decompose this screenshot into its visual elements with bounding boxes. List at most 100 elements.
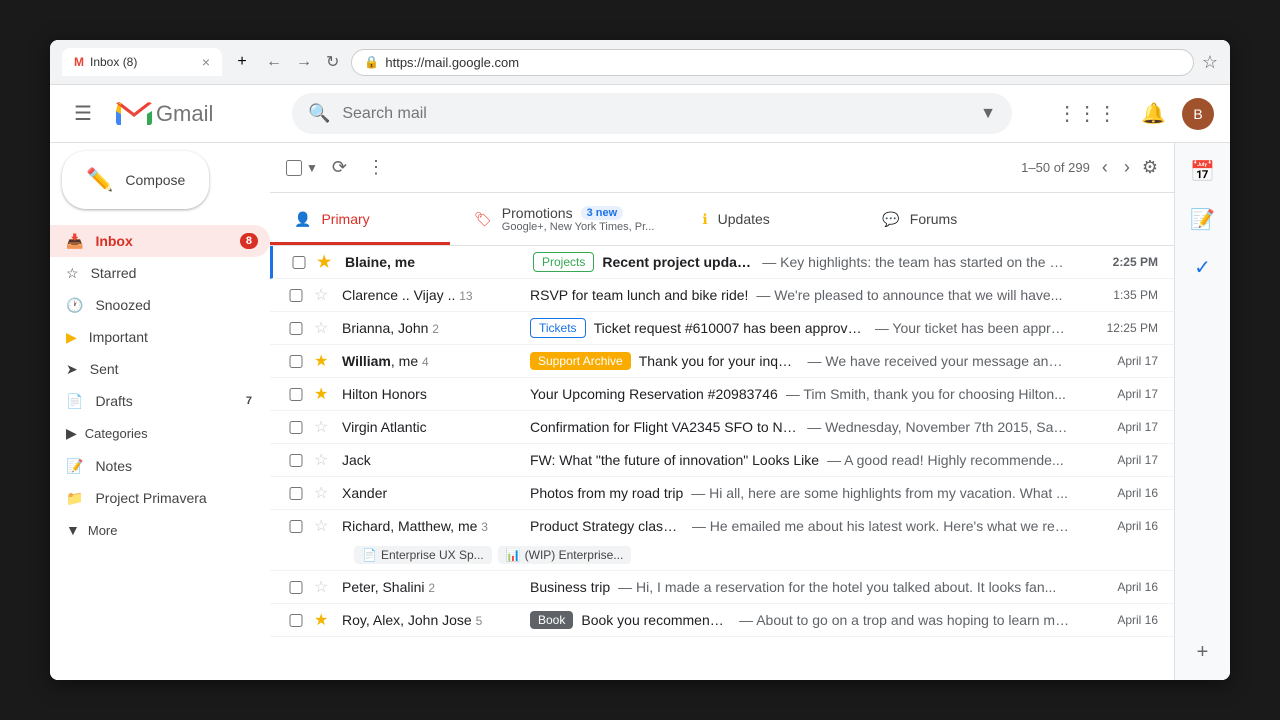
email-star[interactable]: ☆ xyxy=(314,483,334,503)
email-subject-area: Photos from my road trip — Hi all, here … xyxy=(530,485,1070,501)
attachment-chip[interactable]: 📊 (WIP) Enterprise... xyxy=(498,546,632,564)
sidebar-item-notes[interactable]: 📝 Notes xyxy=(50,450,270,482)
email-row[interactable]: ★ Roy, Alex, John Jose 5 Book Book you r… xyxy=(270,604,1174,637)
pagination-next-button[interactable]: › xyxy=(1120,153,1134,182)
email-checkbox[interactable] xyxy=(286,520,306,533)
email-row[interactable]: ☆ Richard, Matthew, me 3 Product Strateg… xyxy=(270,510,1174,571)
menu-button[interactable]: ☰ xyxy=(66,93,100,134)
email-row[interactable]: ☆ Virgin Atlantic Confirmation for Fligh… xyxy=(270,411,1174,444)
search-input[interactable] xyxy=(342,105,968,123)
doc-icon: 📄 xyxy=(362,548,377,562)
sidebar-item-snoozed[interactable]: 🕐 Snoozed xyxy=(50,289,270,321)
email-checkbox[interactable] xyxy=(286,289,306,302)
reload-button[interactable]: ↻ xyxy=(322,48,343,76)
gmail-header: ☰ Gmail 🔍 ▼ ⋮⋮⋮ 🔔 B xyxy=(50,85,1230,143)
forward-button[interactable]: → xyxy=(292,49,316,75)
new-tab-button[interactable]: + xyxy=(230,50,254,74)
sidebar-item-project[interactable]: 📁 Project Primavera xyxy=(50,482,270,514)
tab-primary[interactable]: 👤 Primary xyxy=(270,193,450,245)
email-star[interactable]: ★ xyxy=(314,610,334,630)
email-star[interactable]: ☆ xyxy=(314,285,334,305)
email-preview: — Hi all, here are some highlights from … xyxy=(691,485,1068,501)
google-keep-icon[interactable]: 📝 xyxy=(1183,199,1223,239)
google-calendar-icon[interactable]: 📅 xyxy=(1183,151,1223,191)
search-bar[interactable]: 🔍 ▼ xyxy=(292,93,1012,134)
sidebar-item-categories[interactable]: ▶ Categories xyxy=(50,417,270,450)
tab-updates[interactable]: ℹ Updates xyxy=(678,193,858,245)
tab-forums[interactable]: 💬 Forums xyxy=(858,193,1038,245)
starred-label: Starred xyxy=(91,265,258,281)
compose-plus-icon: ✏️ xyxy=(86,167,113,193)
more-label: More xyxy=(88,523,118,538)
email-star[interactable]: ★ xyxy=(317,252,337,272)
attachment-chip[interactable]: 📄 Enterprise UX Sp... xyxy=(354,546,492,564)
email-tag: Book xyxy=(530,611,573,629)
toolbar-pagination: 1–50 of 299 ‹ › ⚙ xyxy=(1021,153,1158,182)
user-avatar[interactable]: B xyxy=(1182,98,1214,130)
search-dropdown-icon[interactable]: ▼ xyxy=(980,105,996,123)
url-bar[interactable]: 🔒 https://mail.google.com xyxy=(351,49,1193,76)
compose-button[interactable]: ✏️ Compose xyxy=(62,151,209,209)
email-subject: Business trip xyxy=(530,579,610,595)
email-checkbox[interactable] xyxy=(286,614,306,627)
email-sender: Virgin Atlantic xyxy=(342,419,522,435)
add-apps-button[interactable]: + xyxy=(1183,632,1223,672)
email-row[interactable]: ☆ Clarence .. Vijay .. 13 RSVP for team … xyxy=(270,279,1174,312)
google-tasks-icon[interactable]: ✓ xyxy=(1183,247,1223,287)
sidebar-item-sent[interactable]: ➤ Sent xyxy=(50,353,270,385)
email-star[interactable]: ☆ xyxy=(314,516,334,536)
email-star[interactable]: ☆ xyxy=(314,450,334,470)
email-checkbox[interactable] xyxy=(286,322,306,335)
attachment-name: (WIP) Enterprise... xyxy=(525,548,624,562)
select-dropdown-icon[interactable]: ▼ xyxy=(306,161,318,175)
email-checkbox[interactable] xyxy=(286,355,306,368)
email-subject: RSVP for team lunch and bike ride! xyxy=(530,287,748,303)
email-row[interactable]: ☆ Xander Photos from my road trip — Hi a… xyxy=(270,477,1174,510)
settings-button[interactable]: ⚙ xyxy=(1142,157,1158,178)
inbox-label: Inbox xyxy=(95,233,227,249)
sidebar-item-inbox[interactable]: 📥 Inbox 8 xyxy=(50,225,270,257)
email-checkbox[interactable] xyxy=(289,256,309,269)
apps-button[interactable]: ⋮⋮⋮ xyxy=(1049,93,1125,134)
browser-tab[interactable]: M Inbox (8) × xyxy=(62,48,222,76)
email-star[interactable]: ★ xyxy=(314,351,334,371)
refresh-button[interactable]: ⟳ xyxy=(326,151,353,184)
sidebar-item-starred[interactable]: ☆ Starred xyxy=(50,257,270,289)
attachment-name: Enterprise UX Sp... xyxy=(381,548,484,562)
tab-close-button[interactable]: × xyxy=(202,54,210,70)
select-all-area: ▼ xyxy=(286,160,318,176)
toolbar: ▼ ⟳ ⋮ 1–50 of 299 ‹ › ⚙ xyxy=(270,143,1174,193)
select-all-checkbox[interactable] xyxy=(286,160,302,176)
tab-title: Inbox (8) xyxy=(90,55,196,69)
email-row[interactable]: ★ Hilton Honors Your Upcoming Reservatio… xyxy=(270,378,1174,411)
email-row[interactable]: ☆ Peter, Shalini 2 Business trip — Hi, I… xyxy=(270,571,1174,604)
email-sender: Roy, Alex, John Jose 5 xyxy=(342,612,522,628)
sent-icon: ➤ xyxy=(66,361,78,378)
sidebar-item-important[interactable]: ▶ Important xyxy=(50,321,270,353)
email-star[interactable]: ☆ xyxy=(314,577,334,597)
email-row[interactable]: ☆ Jack FW: What "the future of innovatio… xyxy=(270,444,1174,477)
tab-promotions[interactable]: 🏷 Promotions 3 new Google+, New York Tim… xyxy=(450,193,678,245)
more-options-button[interactable]: ⋮ xyxy=(361,151,391,184)
email-checkbox[interactable] xyxy=(286,421,306,434)
sidebar-item-drafts[interactable]: 📄 Drafts 7 xyxy=(50,385,270,417)
pagination-prev-button[interactable]: ‹ xyxy=(1098,153,1112,182)
email-row[interactable]: ☆ Brianna, John 2 Tickets Ticket request… xyxy=(270,312,1174,345)
sidebar-item-more[interactable]: ▼ More xyxy=(50,514,270,546)
email-star[interactable]: ☆ xyxy=(314,417,334,437)
bookmark-button[interactable]: ☆ xyxy=(1202,52,1218,73)
email-sender: William, me 4 xyxy=(342,353,522,369)
email-star[interactable]: ☆ xyxy=(314,318,334,338)
email-checkbox[interactable] xyxy=(286,454,306,467)
email-checkbox[interactable] xyxy=(286,388,306,401)
email-checkbox[interactable] xyxy=(286,581,306,594)
email-row[interactable]: ★ Blaine, me Projects Recent project upd… xyxy=(270,246,1174,279)
notification-button[interactable]: 🔔 xyxy=(1133,93,1174,134)
notes-label: Notes xyxy=(95,458,258,474)
inbox-badge: 8 xyxy=(240,233,258,249)
back-button[interactable]: ← xyxy=(262,49,286,75)
email-checkbox[interactable] xyxy=(286,487,306,500)
email-row[interactable]: ★ William, me 4 Support Archive Thank yo… xyxy=(270,345,1174,378)
email-subject-area: Projects Recent project updates — Key hi… xyxy=(533,252,1070,272)
email-star[interactable]: ★ xyxy=(314,384,334,404)
